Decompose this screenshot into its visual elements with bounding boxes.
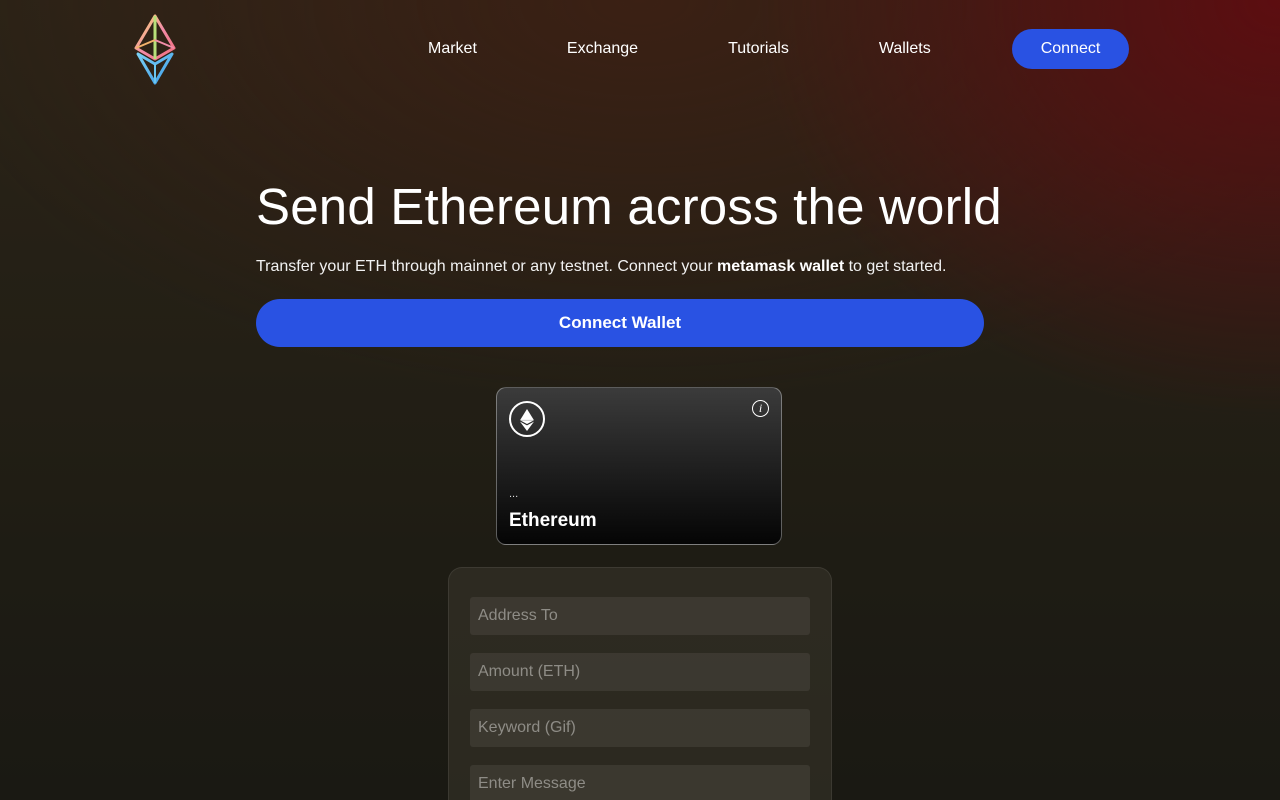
- wallet-address: ...: [509, 488, 519, 500]
- nav-links: Market Exchange Tutorials Wallets: [383, 29, 976, 69]
- send-form: [448, 567, 832, 800]
- nav-link-tutorials[interactable]: Tutorials: [683, 29, 834, 69]
- hero-subtitle-text: Transfer your ETH through mainnet or any…: [256, 258, 717, 275]
- info-icon[interactable]: i: [752, 400, 769, 417]
- ethereum-icon: [509, 401, 545, 437]
- ethereum-card: i ... Ethereum: [496, 387, 782, 545]
- message-input[interactable]: [470, 765, 810, 800]
- address-to-input[interactable]: [470, 597, 810, 635]
- connect-wallet-button[interactable]: Connect Wallet: [256, 299, 984, 347]
- hero-subtitle-highlight: metamask wallet: [716, 258, 845, 275]
- connect-button[interactable]: Connect: [1012, 29, 1129, 69]
- amount-input[interactable]: [470, 653, 810, 691]
- navbar: Market Exchange Tutorials Wallets Connec…: [0, 0, 1280, 100]
- network-name: Ethereum: [509, 510, 597, 531]
- hero-subtitle: Transfer your ETH through mainnet or any…: [256, 256, 946, 278]
- nav-link-exchange[interactable]: Exchange: [522, 29, 683, 69]
- nav-link-market[interactable]: Market: [383, 29, 522, 69]
- keyword-input[interactable]: [470, 709, 810, 747]
- page-title: Send Ethereum across the world: [256, 178, 1002, 235]
- hero-subtitle-end: to get started.: [844, 258, 947, 275]
- nav-link-wallets[interactable]: Wallets: [834, 29, 976, 69]
- ethereum-logo-icon[interactable]: [132, 14, 178, 86]
